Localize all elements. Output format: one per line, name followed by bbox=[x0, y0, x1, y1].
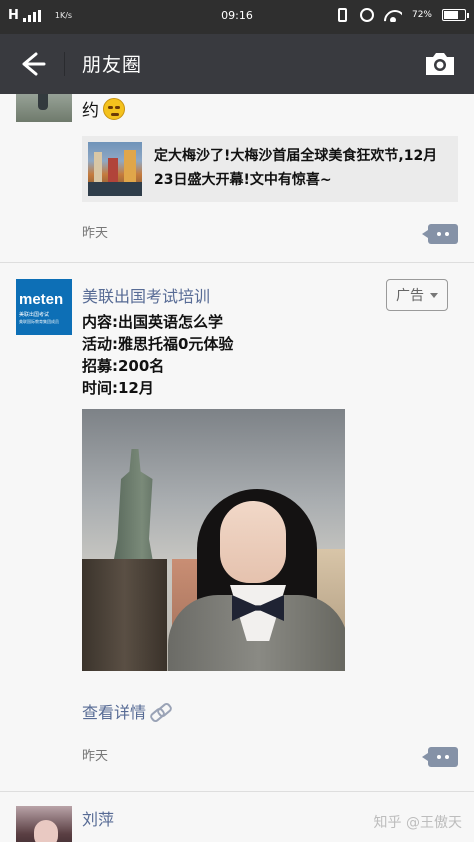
author-name[interactable]: 美联出国考试培训 bbox=[82, 283, 210, 307]
wifi-icon bbox=[384, 8, 402, 22]
moment-post: 刘萍 .... 知乎 @王傲天 bbox=[0, 792, 474, 842]
ad-text: 内容:出国英语怎么学 活动:雅思托福0元体验 招募:200名 时间:12月 bbox=[82, 311, 233, 399]
post-time: 昨天 bbox=[82, 226, 109, 241]
ad-line: 时间:12月 bbox=[82, 379, 154, 397]
ad-label: 广告 bbox=[396, 288, 424, 304]
page-title: 朋友圈 bbox=[82, 54, 143, 76]
avatar[interactable] bbox=[16, 94, 72, 122]
title-divider bbox=[64, 52, 65, 76]
ad-line: 活动:雅思托福0元体验 bbox=[82, 335, 234, 353]
ad-label-button[interactable]: 广告 bbox=[386, 279, 448, 311]
battery-fill bbox=[444, 11, 459, 19]
link-icon bbox=[150, 704, 170, 718]
ad-line: 内容:出国英语怎么学 bbox=[82, 313, 223, 331]
post-text-content: 约 bbox=[82, 101, 99, 121]
embarrassed-emoji-icon bbox=[103, 97, 125, 120]
battery-percent: 72% bbox=[411, 10, 432, 20]
arrow-left-icon bbox=[22, 52, 46, 76]
meten-logo: meten bbox=[19, 291, 64, 308]
link-thumbnail bbox=[88, 142, 142, 196]
chevron-down-icon bbox=[430, 292, 438, 298]
avatar-subtext: 美联出国考试 bbox=[19, 312, 50, 318]
ad-photo[interactable] bbox=[82, 409, 345, 671]
battery-icon bbox=[442, 9, 469, 21]
title-bar: 朋友圈 bbox=[0, 34, 474, 94]
post-text: 约 bbox=[82, 96, 125, 121]
avatar[interactable]: meten 美联出国考试 美联国际教育集团成员 bbox=[16, 279, 72, 335]
vibrate-icon bbox=[337, 8, 347, 22]
comment-button[interactable] bbox=[422, 747, 458, 767]
comment-button[interactable] bbox=[422, 224, 458, 244]
ad-post: meten 美联出国考试 美联国际教育集团成员 美联出国考试培训 广告 内容:出… bbox=[0, 263, 474, 791]
view-details-link[interactable]: 查看详情 bbox=[82, 699, 170, 723]
back-button[interactable] bbox=[12, 46, 52, 82]
camera-icon bbox=[426, 53, 454, 75]
status-bar: H 1K/s 09:16 72% bbox=[0, 0, 474, 34]
avatar-subtext-2: 美联国际教育集团成员 bbox=[19, 319, 59, 324]
shared-link-card[interactable]: 定大梅沙了!大梅沙首届全球美食狂欢节,12月23日盛大开幕!文中有惊喜~ bbox=[82, 136, 458, 202]
link-title: 定大梅沙了!大梅沙首届全球美食狂欢节,12月23日盛大开幕!文中有惊喜~ bbox=[154, 148, 438, 188]
avatar[interactable] bbox=[16, 806, 72, 842]
view-details-label: 查看详情 bbox=[82, 703, 147, 722]
moments-feed[interactable]: 约 定大梅沙了!大梅沙首届全球美食狂欢节,12月23日盛大开幕!文中有惊喜~ 昨… bbox=[0, 94, 474, 842]
post-text: .... bbox=[82, 832, 108, 842]
camera-button[interactable] bbox=[422, 48, 458, 80]
moment-post: 约 定大梅沙了!大梅沙首届全球美食狂欢节,12月23日盛大开幕!文中有惊喜~ 昨… bbox=[0, 94, 474, 262]
alarm-icon bbox=[359, 8, 374, 22]
author-name[interactable]: 刘萍 bbox=[82, 806, 114, 830]
status-right: 72% bbox=[335, 7, 469, 23]
post-time: 昨天 bbox=[82, 749, 109, 764]
watermark: 知乎 @王傲天 bbox=[373, 815, 462, 831]
ad-line: 招募:200名 bbox=[82, 357, 165, 375]
